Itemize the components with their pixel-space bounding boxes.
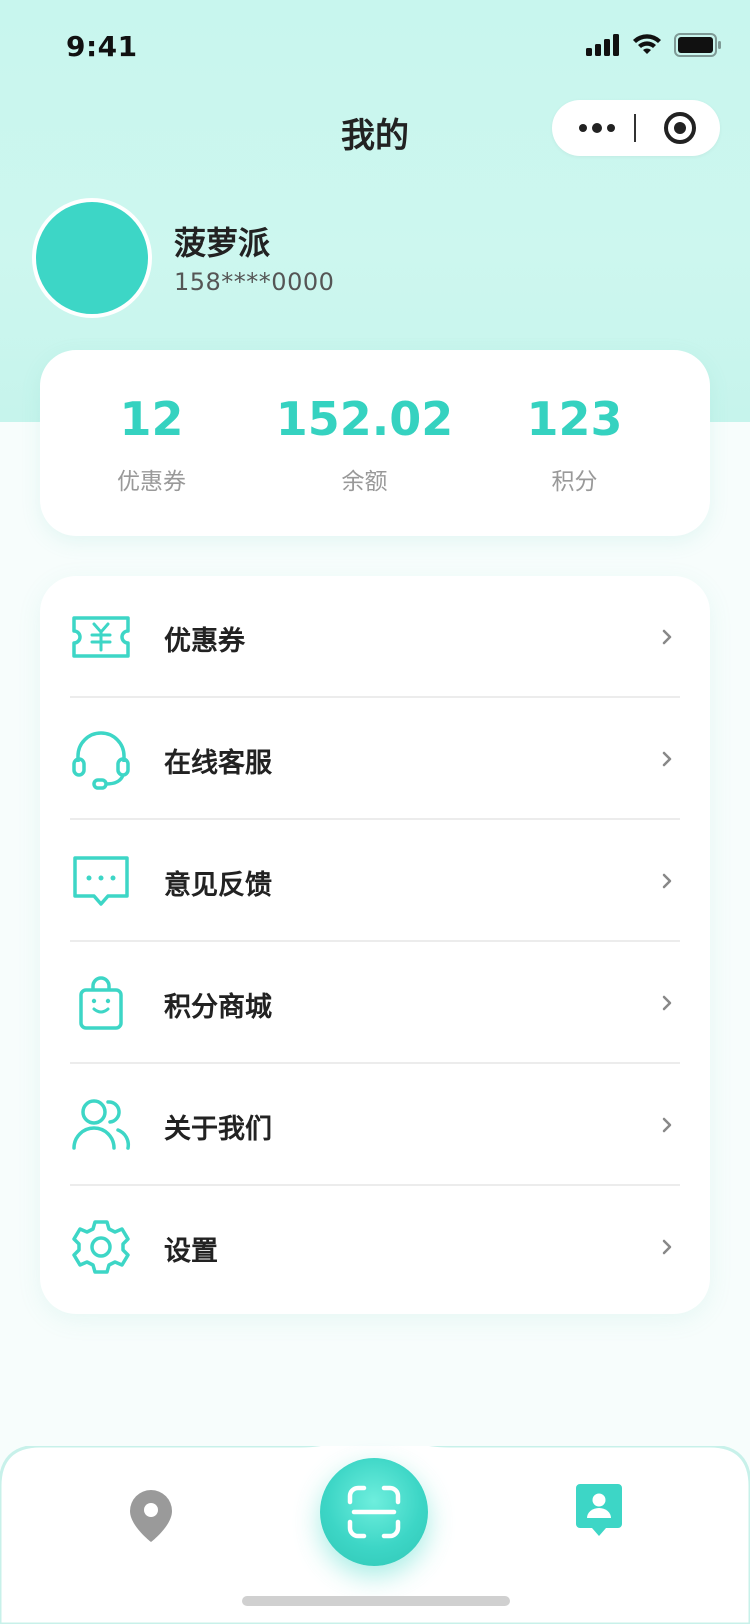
more-icon[interactable] bbox=[576, 116, 618, 140]
close-target-icon[interactable] bbox=[662, 110, 698, 146]
wifi-icon bbox=[633, 34, 661, 54]
gear-icon bbox=[72, 1220, 130, 1274]
stat-points[interactable]: 123 积分 bbox=[463, 350, 686, 536]
menu-item-points-mall[interactable]: 积分商城 bbox=[40, 942, 710, 1064]
profile-icon[interactable] bbox=[574, 1482, 624, 1540]
mini-program-capsule bbox=[552, 100, 720, 156]
chevron-right-icon bbox=[662, 1239, 672, 1255]
headset-icon bbox=[72, 731, 130, 790]
stat-value: 152.02 bbox=[275, 392, 454, 446]
user-phone: 158****0000 bbox=[174, 268, 335, 296]
shopping-bag-icon bbox=[79, 976, 123, 1030]
capsule-divider bbox=[634, 114, 636, 142]
signal-icon bbox=[586, 34, 619, 56]
stat-balance[interactable]: 152.02 余额 bbox=[253, 350, 476, 536]
avatar[interactable] bbox=[32, 198, 152, 318]
menu-label: 在线客服 bbox=[164, 748, 272, 779]
status-bar: 9:41 bbox=[0, 0, 750, 98]
chevron-right-icon bbox=[662, 1117, 672, 1133]
home-indicator bbox=[242, 1596, 510, 1606]
users-icon bbox=[72, 1099, 131, 1150]
stat-value: 12 bbox=[119, 392, 184, 446]
stats-card: 12 优惠券 152.02 余额 123 积分 bbox=[40, 350, 710, 536]
chevron-right-icon bbox=[662, 751, 672, 767]
feedback-icon bbox=[73, 856, 129, 906]
location-pin-icon[interactable] bbox=[124, 1486, 178, 1546]
stat-label: 优惠券 bbox=[117, 469, 186, 495]
menu-item-about-us[interactable]: 关于我们 bbox=[40, 1064, 710, 1186]
scan-button[interactable] bbox=[320, 1458, 428, 1566]
menu-item-feedback[interactable]: 意见反馈 bbox=[40, 820, 710, 942]
menu-item-customer-service[interactable]: 在线客服 bbox=[40, 698, 710, 820]
user-name: 菠萝派 bbox=[174, 224, 271, 262]
menu-item-coupons[interactable]: 优惠券 bbox=[40, 576, 710, 698]
menu-label: 关于我们 bbox=[164, 1114, 272, 1145]
coupon-icon bbox=[72, 616, 130, 658]
scan-icon bbox=[347, 1485, 401, 1539]
battery-icon bbox=[674, 33, 721, 57]
menu-label: 意见反馈 bbox=[164, 870, 272, 901]
menu-label: 积分商城 bbox=[164, 992, 272, 1023]
menu-list: 优惠券 在线客服 意见反馈 积分商城 关于我们 设置 bbox=[40, 576, 710, 1314]
menu-label: 优惠券 bbox=[164, 626, 245, 657]
status-icons bbox=[586, 30, 722, 60]
chevron-right-icon bbox=[662, 629, 672, 645]
chevron-right-icon bbox=[662, 995, 672, 1011]
status-time: 9:41 bbox=[66, 30, 138, 63]
stat-label: 余额 bbox=[341, 469, 388, 495]
stat-coupons[interactable]: 12 优惠券 bbox=[40, 350, 263, 536]
stat-value: 123 bbox=[526, 392, 623, 446]
stat-label: 积分 bbox=[551, 469, 598, 495]
menu-item-settings[interactable]: 设置 bbox=[40, 1186, 710, 1308]
chevron-right-icon bbox=[662, 873, 672, 889]
menu-label: 设置 bbox=[164, 1236, 218, 1267]
